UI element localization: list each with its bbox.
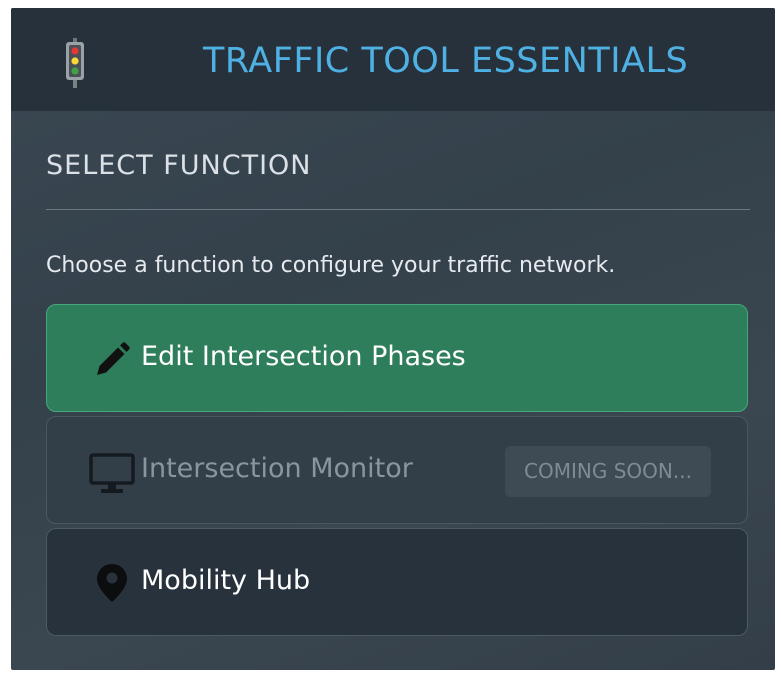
section-title: SELECT FUNCTION <box>46 150 312 181</box>
edit-intersection-phases-option[interactable]: Edit Intersection Phases <box>46 304 748 412</box>
app-title: TRAFFIC TOOL ESSENTIALS <box>203 41 689 81</box>
intersection-monitor-option: Intersection Monitor COMING SOON... <box>46 416 748 524</box>
option-label: Edit Intersection Phases <box>141 341 466 372</box>
traffic-tool-panel: TRAFFIC TOOL ESSENTIALS SELECT FUNCTION … <box>11 8 775 670</box>
coming-soon-badge: COMING SOON... <box>505 446 711 497</box>
section-divider <box>46 209 750 210</box>
panel-header: TRAFFIC TOOL ESSENTIALS <box>11 8 775 111</box>
traffic-light-icon <box>66 38 84 88</box>
monitor-icon <box>89 453 135 493</box>
option-label: Mobility Hub <box>141 565 311 596</box>
option-label: Intersection Monitor <box>141 453 413 484</box>
section-description: Choose a function to configure your traf… <box>46 253 616 278</box>
pencil-icon <box>97 342 130 375</box>
map-pin-icon <box>97 564 127 602</box>
mobility-hub-option[interactable]: Mobility Hub <box>46 528 748 636</box>
